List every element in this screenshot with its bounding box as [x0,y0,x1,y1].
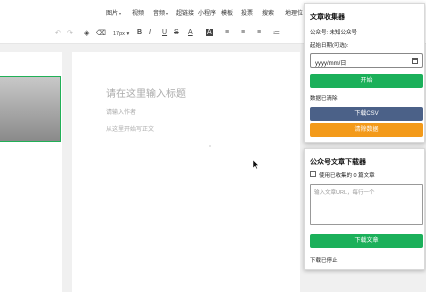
url-textarea[interactable]: 输入文章URL，每行一个 [310,184,423,225]
strikethrough-button[interactable]: S [174,29,179,36]
menu-video-label: 视频 [132,11,145,17]
chevron-down-icon: ▾ [119,11,122,16]
list-button[interactable]: ≔ [273,29,280,37]
editor-area[interactable]: 请在这里输入标题 请输入作者 从这里开始写正文 [72,52,300,292]
calendar-icon[interactable] [412,58,418,64]
menu-location-label: 地理位 [285,11,304,17]
menu-location[interactable]: 地理位 [285,8,303,17]
date-value: yyyy/mm/日 [315,61,347,67]
article-collector-panel: 文章收集器 公众号: 未知公众号 起始日期(可选): yyyy/mm/日 开始 … [304,3,425,143]
menu-hyperlink-label: 超链接 [176,11,195,17]
downloader-status: 下载已停止 [310,258,338,264]
background-color-button[interactable]: A [206,29,213,36]
menu-search[interactable]: 搜索 [262,8,274,17]
download-csv-button[interactable]: 下载CSV [310,107,423,121]
italic-button[interactable]: I [149,29,151,36]
clear-format-icon[interactable]: ⌫ [96,29,106,37]
author-placeholder[interactable]: 请输入作者 [106,107,136,116]
format-painter-icon[interactable]: ◈ [84,29,89,37]
menu-vote-label: 投票 [241,11,254,17]
use-collected-label: 使用已收集的 0 篇文章 [319,173,375,179]
download-articles-button[interactable]: 下载文章 [310,234,423,248]
clear-data-button[interactable]: 清除数据 [310,123,423,137]
bold-button[interactable]: B [137,29,142,36]
menu-image[interactable]: 图片▾ [106,8,121,17]
align-left-button[interactable]: ≡ [225,29,229,36]
start-button[interactable]: 开始 [310,74,423,88]
menu-template[interactable]: 模板 [221,8,233,17]
chevron-down-icon: ▾ [166,11,169,16]
collector-status: 数据已清除 [310,96,338,102]
title-placeholder[interactable]: 请在这里输入标题 [106,85,186,100]
downloader-title: 公众号文章下载器 [310,159,366,166]
font-size-select[interactable]: 17px ▾ [113,31,129,37]
collector-title: 文章收集器 [310,14,345,21]
use-collected-checkbox[interactable] [310,171,316,177]
redo-icon[interactable]: ↷ [67,29,73,37]
cover-thumbnail[interactable] [0,76,61,142]
url-placeholder: 输入文章URL，每行一个 [314,190,375,196]
menu-image-label: 图片 [106,11,119,17]
font-color-button[interactable]: A [188,29,193,36]
account-label: 公众号: 未知公众号 [310,30,358,36]
menu-audio[interactable]: 音频▾ [153,8,168,17]
start-date-label: 起始日期(可选): [310,43,349,49]
menu-video[interactable]: 视频 [132,8,144,17]
menu-vote[interactable]: 投票 [241,8,253,17]
undo-icon[interactable]: ↶ [55,29,61,37]
menu-audio-label: 音频 [153,11,166,17]
menu-hyperlink[interactable]: 超链接 [176,8,194,17]
body-placeholder[interactable]: 从这里开始写正文 [106,124,154,133]
start-date-input[interactable]: yyyy/mm/日 [310,53,423,68]
menu-template-label: 模板 [221,11,234,17]
divider-dot [209,145,211,147]
article-downloader-panel: 公众号文章下载器 使用已收集的 0 篇文章 输入文章URL，每行一个 下载文章 … [304,148,425,270]
align-right-button[interactable]: ≡ [257,29,261,36]
menu-miniprogram-label: 小程序 [198,11,217,17]
font-size-value: 17px [113,31,125,37]
underline-button[interactable]: U [162,29,167,36]
align-center-button[interactable]: ≡ [241,29,245,36]
mouse-cursor-icon [253,160,259,169]
cover-panel [0,52,62,292]
menu-miniprogram[interactable]: 小程序 [198,8,216,17]
menu-search-label: 搜索 [262,11,275,17]
chevron-down-icon: ▾ [124,31,130,37]
